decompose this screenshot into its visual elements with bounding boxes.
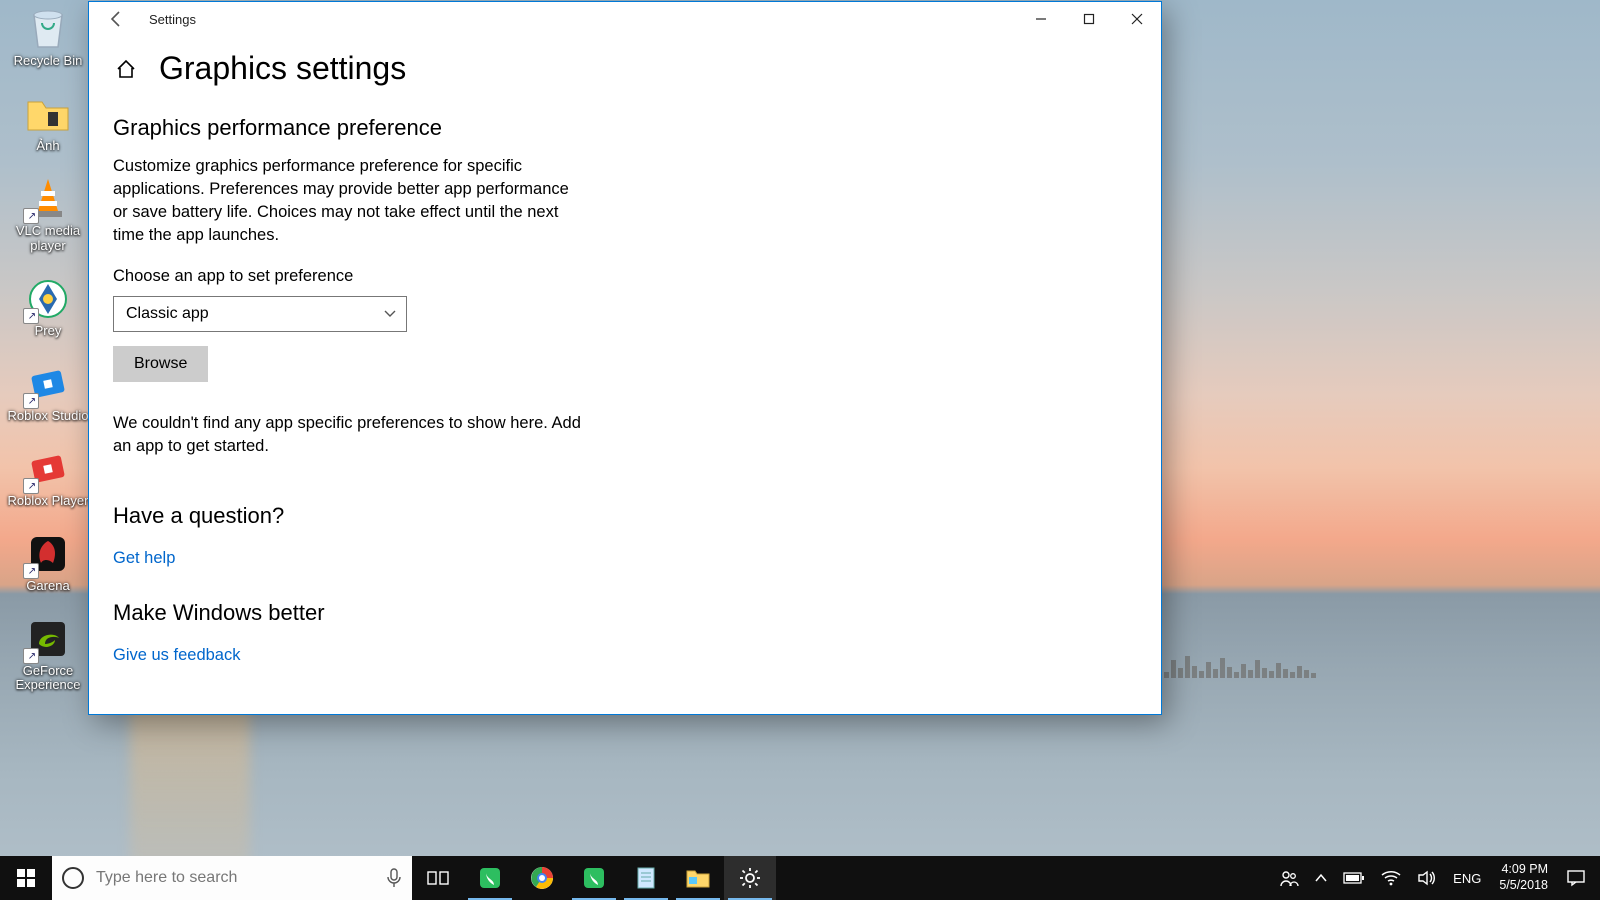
back-button[interactable] — [103, 5, 131, 33]
tray-overflow[interactable] — [1307, 856, 1335, 900]
minimize-button[interactable] — [1017, 2, 1065, 36]
desktop-icon-prey[interactable]: Prey — [6, 276, 90, 339]
window-title: Settings — [149, 12, 196, 27]
desktop-icon-label: Prey — [35, 324, 62, 339]
tray-clock[interactable]: 4:09 PM 5/5/2018 — [1489, 862, 1558, 893]
chevron-down-icon — [384, 310, 396, 318]
desktop-icon-label: Roblox Studio — [8, 409, 89, 424]
page-title: Graphics settings — [159, 50, 406, 87]
desktop-icon-roblox-studio[interactable]: Roblox Studio — [6, 361, 90, 424]
empty-state-text: We couldn't find any app specific prefer… — [113, 412, 583, 458]
section-heading-question: Have a question? — [113, 503, 1137, 529]
taskbar-app-settings[interactable] — [724, 856, 776, 900]
folder-icon — [25, 91, 71, 137]
taskbar-app-notepad[interactable] — [620, 856, 672, 900]
desktop-icon-geforce[interactable]: GeForce Experience — [6, 616, 90, 694]
tray-language[interactable]: ENG — [1445, 856, 1489, 900]
section-heading-performance: Graphics performance preference — [113, 115, 1137, 141]
app-type-combobox[interactable]: Classic app — [113, 296, 407, 332]
desktop-icon-label: GeForce Experience — [6, 664, 90, 694]
vlc-icon — [25, 176, 71, 222]
desktop-icon-vlc[interactable]: VLC media player — [6, 176, 90, 254]
desktop-icon-folder[interactable]: Ảnh — [6, 91, 90, 154]
close-button[interactable] — [1113, 2, 1161, 36]
taskbar-app-evernote[interactable] — [464, 856, 516, 900]
desktop-icon-label: Roblox Player — [8, 494, 89, 509]
roblox-player-icon — [25, 446, 71, 492]
desktop-icon-roblox-player[interactable]: Roblox Player — [6, 446, 90, 509]
tray-wifi-icon[interactable] — [1373, 856, 1409, 900]
skyline-silhouette — [1150, 656, 1600, 678]
taskbar-app-file-explorer[interactable] — [672, 856, 724, 900]
browse-button[interactable]: Browse — [113, 346, 208, 382]
taskbar-app-evernote-2[interactable] — [568, 856, 620, 900]
search-box[interactable]: Type here to search — [52, 856, 412, 900]
tray-action-center-icon[interactable] — [1558, 856, 1594, 900]
get-help-link[interactable]: Get help — [113, 549, 175, 568]
garena-icon — [25, 531, 71, 577]
desktop-icon-garena[interactable]: Garena — [6, 531, 90, 594]
tray-volume-icon[interactable] — [1409, 856, 1445, 900]
desktop-icon-label: Recycle Bin — [14, 54, 83, 69]
tray-time: 4:09 PM — [1501, 862, 1548, 878]
combobox-value: Classic app — [126, 305, 209, 323]
desktop-icon-label: Garena — [26, 579, 69, 594]
microphone-icon[interactable] — [386, 868, 402, 888]
task-view-button[interactable] — [412, 856, 464, 900]
performance-description: Customize graphics performance preferenc… — [113, 155, 583, 247]
system-tray: ENG 4:09 PM 5/5/2018 — [1271, 856, 1600, 900]
taskbar-app-chrome[interactable] — [516, 856, 568, 900]
prey-icon — [25, 276, 71, 322]
section-heading-feedback: Make Windows better — [113, 600, 1137, 626]
settings-window: Settings Graphics settings Graphics perf… — [88, 1, 1162, 715]
tray-date: 5/5/2018 — [1499, 878, 1548, 894]
choose-app-label: Choose an app to set preference — [113, 267, 1137, 286]
desktop-icon-label: Ảnh — [36, 139, 59, 154]
settings-content: Graphics settings Graphics performance p… — [89, 36, 1161, 714]
desktop-icon-recycle-bin[interactable]: Recycle Bin — [6, 6, 90, 69]
tray-battery-icon[interactable] — [1335, 856, 1373, 900]
roblox-studio-icon — [25, 361, 71, 407]
home-button[interactable] — [113, 56, 139, 82]
maximize-button[interactable] — [1065, 2, 1113, 36]
titlebar[interactable]: Settings — [89, 2, 1161, 36]
start-button[interactable] — [0, 856, 52, 900]
feedback-link[interactable]: Give us feedback — [113, 646, 241, 665]
recycle-bin-icon — [25, 6, 71, 52]
desktop-icons: Recycle Bin Ảnh VLC media player Prey Ro… — [6, 6, 96, 693]
search-placeholder: Type here to search — [96, 869, 386, 887]
geforce-icon — [25, 616, 71, 662]
desktop-icon-label: VLC media player — [6, 224, 90, 254]
taskbar: Type here to search — [0, 856, 1600, 900]
tray-people[interactable] — [1271, 856, 1307, 900]
cortana-icon — [62, 867, 84, 889]
